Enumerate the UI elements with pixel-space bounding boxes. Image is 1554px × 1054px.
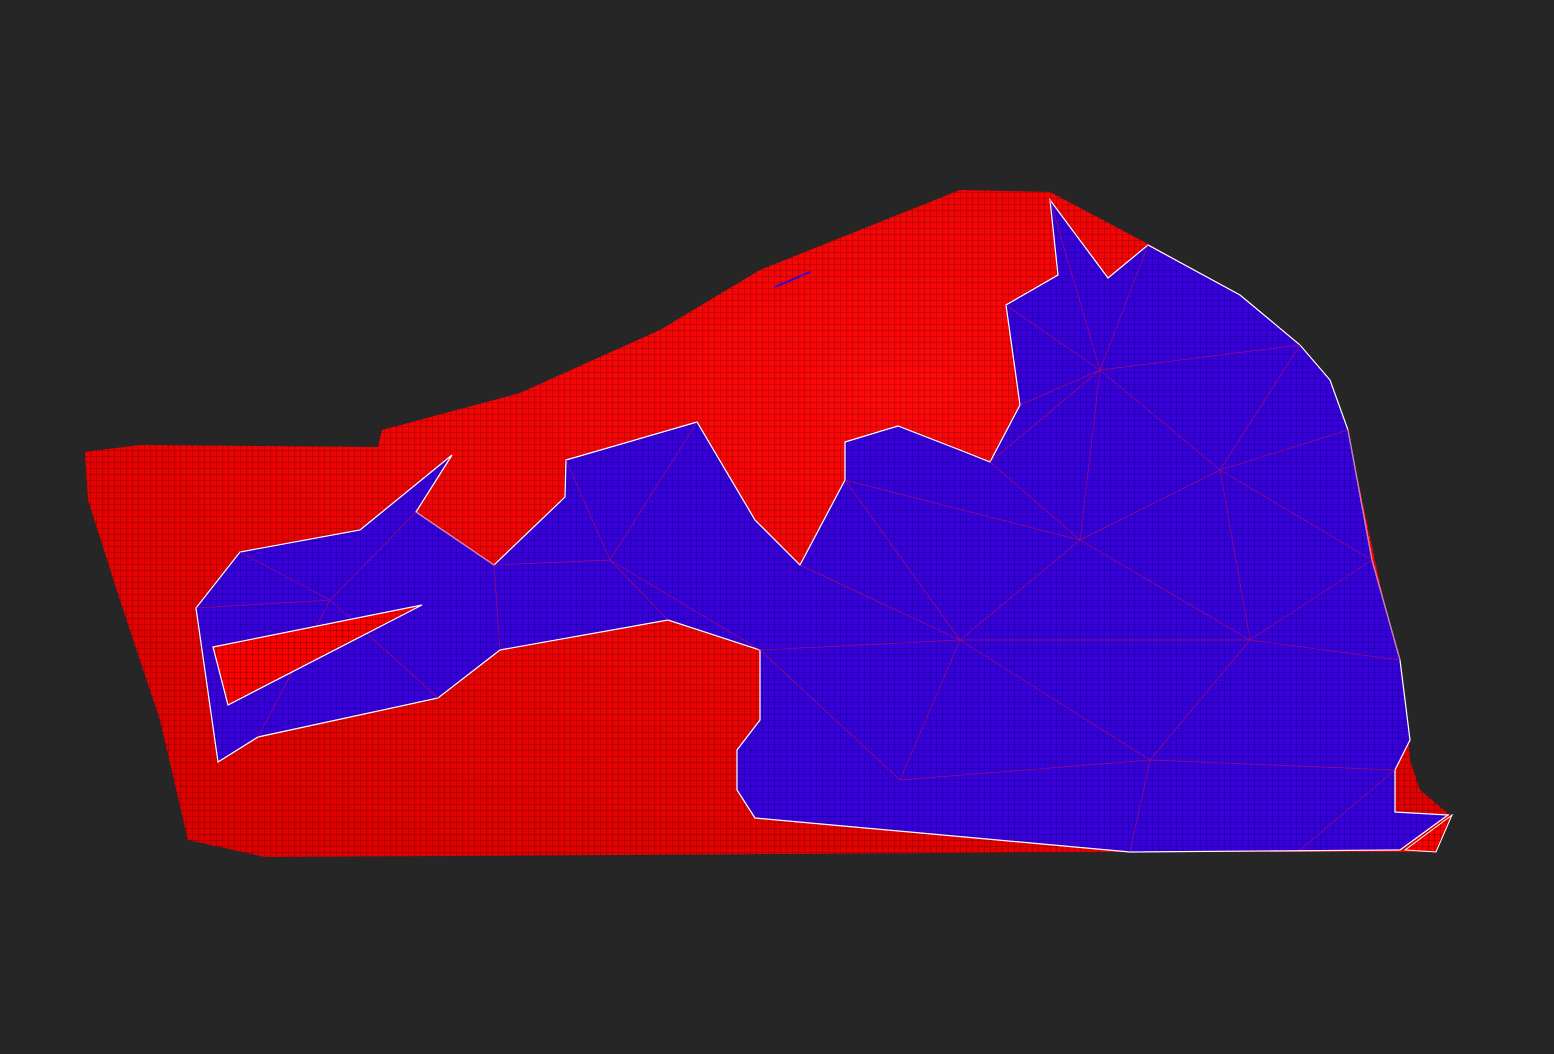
mesh-scene[interactable] [0, 0, 1554, 1054]
render-viewport[interactable] [0, 0, 1554, 1054]
